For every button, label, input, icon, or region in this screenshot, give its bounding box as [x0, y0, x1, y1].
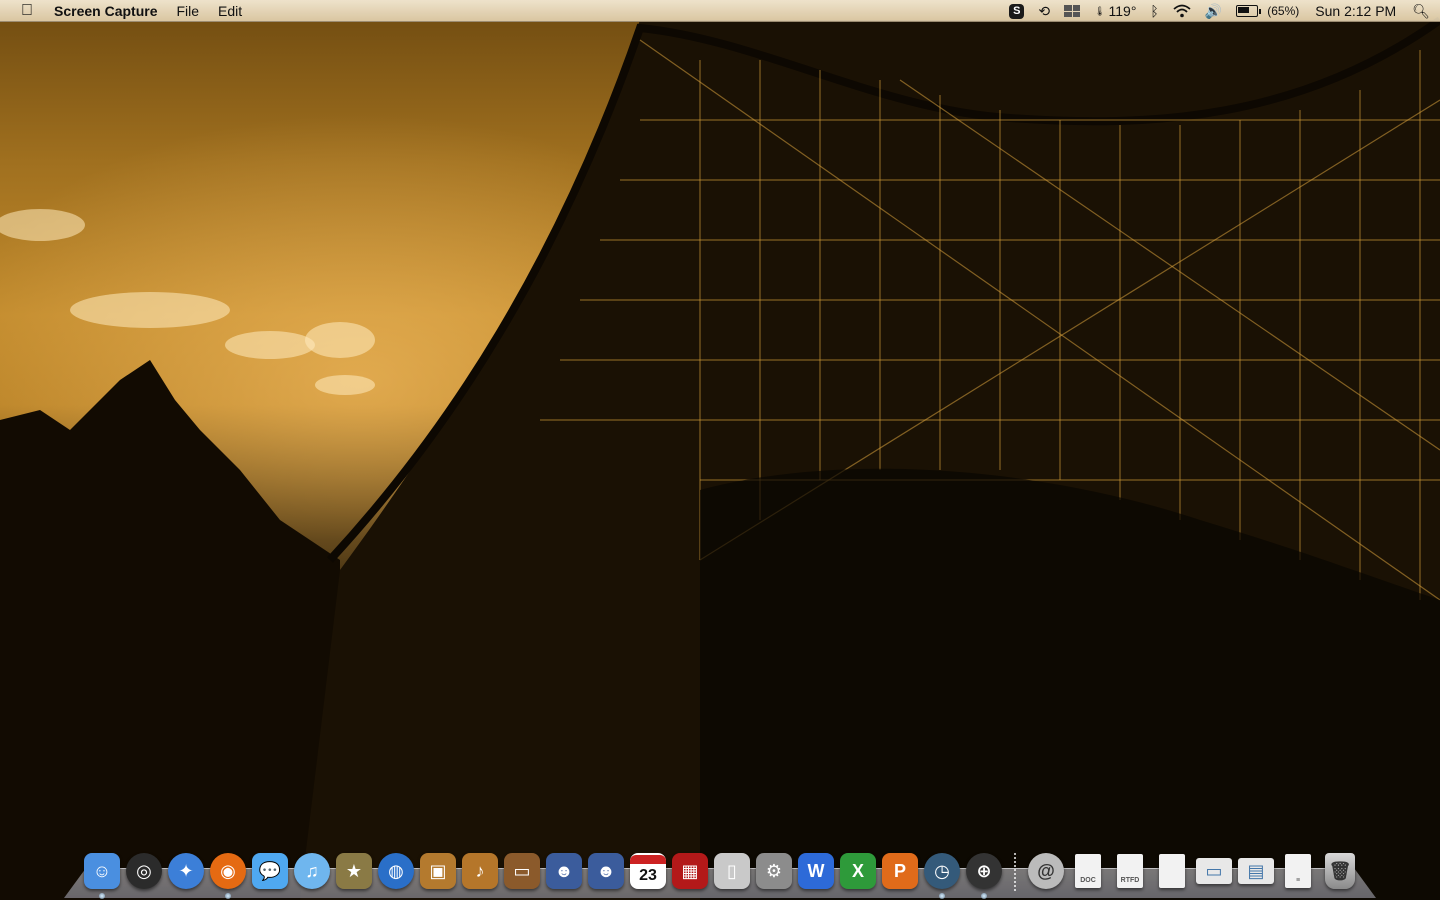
battery-percent: (65%) — [1267, 4, 1300, 18]
dock-blank-document[interactable] — [1152, 851, 1192, 891]
screen-capture-icon: ⊕ — [966, 853, 1002, 889]
running-indicator — [939, 893, 945, 899]
edit-menu[interactable]: Edit — [218, 0, 242, 22]
dock-adium-2[interactable]: ☻ — [586, 851, 626, 891]
wifi-icon[interactable] — [1173, 4, 1191, 18]
spotlight-icon[interactable]: 🔍︎ — [1412, 0, 1430, 22]
dock-doc-file[interactable]: DOC — [1068, 851, 1108, 891]
dock-ichat[interactable]: 💬 — [250, 851, 290, 891]
dock-safari[interactable]: ✦ — [166, 851, 206, 891]
dock-photo-booth[interactable]: ▦ — [670, 851, 710, 891]
adium-icon: ☻ — [546, 853, 582, 889]
screenshot-file-icon: ▤ — [1238, 858, 1274, 884]
clock[interactable]: Sun 2:12 PM — [1315, 0, 1396, 22]
battery-status[interactable]: (65%) — [1236, 0, 1299, 22]
dock-dvd-player[interactable]: ◍ — [376, 851, 416, 891]
dock-rtfd-file[interactable]: RTFD — [1110, 851, 1150, 891]
safari-icon: ✦ — [168, 853, 204, 889]
dock: ☺ ◎ ✦ ◉ 💬 ♫ ★ ◍ ▣ ♪ ▭ ☻ ☻ 23 ▦ ▯ ⚙ W X P ◷ ⊕ @ DOC RTFD ▭ ▤ ≡ 🗑 — [82, 843, 1362, 899]
dock-firefox[interactable]: ◉ — [208, 851, 248, 899]
trash-icon: 🗑 — [1325, 853, 1355, 889]
app-menu[interactable]: Screen Capture — [54, 0, 157, 22]
temperature-value: 119° — [1108, 3, 1137, 19]
dock-excel[interactable]: X — [838, 851, 878, 891]
dock-screen-capture[interactable]: ⊕ — [964, 851, 1004, 899]
dashboard-icon: ◎ — [126, 853, 162, 889]
dock-time-machine[interactable]: ◷ — [922, 851, 962, 899]
mail-stack-icon: @ — [1028, 853, 1064, 889]
running-indicator — [981, 893, 987, 899]
skype-icon: S — [1009, 3, 1025, 19]
skype-status[interactable]: S — [1009, 3, 1025, 19]
iphoto-icon: ▣ — [420, 853, 456, 889]
roller-coaster-silhouette — [0, 16, 1440, 900]
spaces-icon[interactable] — [1064, 5, 1081, 17]
file-menu[interactable]: File — [176, 0, 199, 22]
time-machine-icon: ◷ — [924, 853, 960, 889]
garageband-icon: ♪ — [462, 853, 498, 889]
temperature-status[interactable]: 🌡 119° — [1094, 0, 1136, 22]
firefox-icon: ◉ — [210, 853, 246, 889]
front-row-icon: ▭ — [504, 853, 540, 889]
dock-powerpoint[interactable]: P — [880, 851, 920, 891]
running-indicator — [99, 893, 105, 899]
dvd-player-icon: ◍ — [378, 853, 414, 889]
dock-garageband[interactable]: ♪ — [460, 851, 500, 891]
dock-word[interactable]: W — [796, 851, 836, 891]
dock-trash[interactable]: 🗑 — [1320, 851, 1360, 891]
finder-icon: ☺ — [84, 853, 120, 889]
powerpoint-icon: P — [882, 853, 918, 889]
ical-icon: 23 — [630, 853, 666, 889]
dock-remote[interactable]: ▯ — [712, 851, 752, 891]
dock-iphoto[interactable]: ▣ — [418, 851, 458, 891]
dock-text-file[interactable]: ≡ — [1278, 851, 1318, 891]
ichat-icon: 💬 — [252, 853, 288, 889]
menu-bar:  Screen Capture File Edit S ⟲ 🌡 119° ᛒ … — [0, 0, 1440, 22]
dock-imovie[interactable]: ★ — [334, 851, 374, 891]
dock-mail-stack[interactable]: @ — [1026, 851, 1066, 891]
adium-2-icon: ☻ — [588, 853, 624, 889]
apple-icon[interactable]:  — [18, 0, 36, 22]
excel-icon: X — [840, 853, 876, 889]
battery-icon — [1236, 5, 1259, 17]
desktop-wallpaper — [0, 0, 1440, 900]
remote-icon: ▯ — [714, 853, 750, 889]
dock-system-preferences[interactable]: ⚙ — [754, 851, 794, 891]
doc-file-icon: DOC — [1075, 854, 1101, 888]
imovie-icon: ★ — [336, 853, 372, 889]
photo-booth-icon: ▦ — [672, 853, 708, 889]
bluetooth-icon[interactable]: ᛒ — [1150, 0, 1158, 22]
time-machine-icon[interactable]: ⟲ — [1038, 0, 1050, 22]
itunes-icon: ♫ — [294, 853, 330, 889]
dock-screenshot-file[interactable]: ▤ — [1236, 851, 1276, 891]
text-file-icon: ≡ — [1285, 854, 1311, 888]
dock-separator — [1014, 853, 1016, 891]
blank-document-icon — [1159, 854, 1185, 888]
dock-adium[interactable]: ☻ — [544, 851, 584, 891]
rtfd-file-icon: RTFD — [1117, 854, 1143, 888]
dock-itunes[interactable]: ♫ — [292, 851, 332, 891]
volume-icon[interactable]: 🔊 — [1205, 0, 1222, 22]
word-icon: W — [798, 853, 834, 889]
dock-image-file[interactable]: ▭ — [1194, 851, 1234, 891]
image-file-icon: ▭ — [1196, 858, 1232, 884]
dock-finder[interactable]: ☺ — [82, 851, 122, 899]
system-preferences-icon: ⚙ — [756, 853, 792, 889]
dock-front-row[interactable]: ▭ — [502, 851, 542, 891]
running-indicator — [225, 893, 231, 899]
dock-ical[interactable]: 23 — [628, 851, 668, 891]
dock-dashboard[interactable]: ◎ — [124, 851, 164, 891]
temperature-icon: 🌡 — [1094, 6, 1106, 16]
